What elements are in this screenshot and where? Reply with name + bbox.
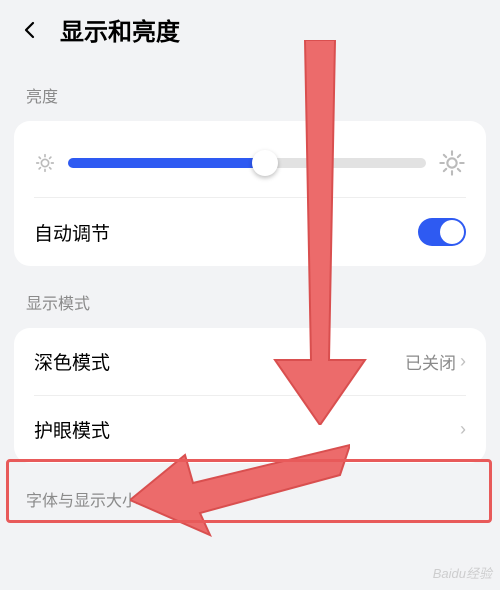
brightness-card: 自动调节 [14, 121, 486, 266]
dark-mode-status: 已关闭 [405, 349, 456, 374]
chevron-right-icon: › [460, 351, 466, 372]
eye-comfort-label: 护眼模式 [34, 416, 110, 443]
auto-adjust-row: 自动调节 [14, 198, 486, 266]
watermark: Baidu经验 [433, 563, 492, 582]
dark-mode-row[interactable]: 深色模式 已关闭 › [14, 328, 486, 395]
chevron-right-icon: › [460, 419, 466, 440]
brightness-slider-row [14, 121, 486, 197]
sun-high-icon [438, 149, 466, 177]
font-section-label: 字体与显示大小 [0, 463, 500, 525]
slider-fill [68, 158, 265, 168]
back-arrow-icon[interactable] [16, 16, 44, 44]
display-mode-section-label: 显示模式 [0, 266, 500, 328]
page-title: 显示和亮度 [60, 12, 180, 47]
header: 显示和亮度 [0, 0, 500, 59]
eye-comfort-value-wrap: › [460, 419, 466, 440]
dark-mode-label: 深色模式 [34, 348, 110, 375]
auto-adjust-label: 自动调节 [34, 219, 110, 246]
dark-mode-value-wrap: 已关闭 › [405, 349, 466, 374]
sun-low-icon [34, 152, 56, 174]
auto-adjust-toggle[interactable] [418, 218, 466, 246]
slider-thumb[interactable] [252, 150, 278, 176]
brightness-section-label: 亮度 [0, 59, 500, 121]
eye-comfort-row[interactable]: 护眼模式 › [14, 396, 486, 463]
brightness-slider[interactable] [68, 158, 426, 168]
display-mode-card: 深色模式 已关闭 › 护眼模式 › [14, 328, 486, 463]
